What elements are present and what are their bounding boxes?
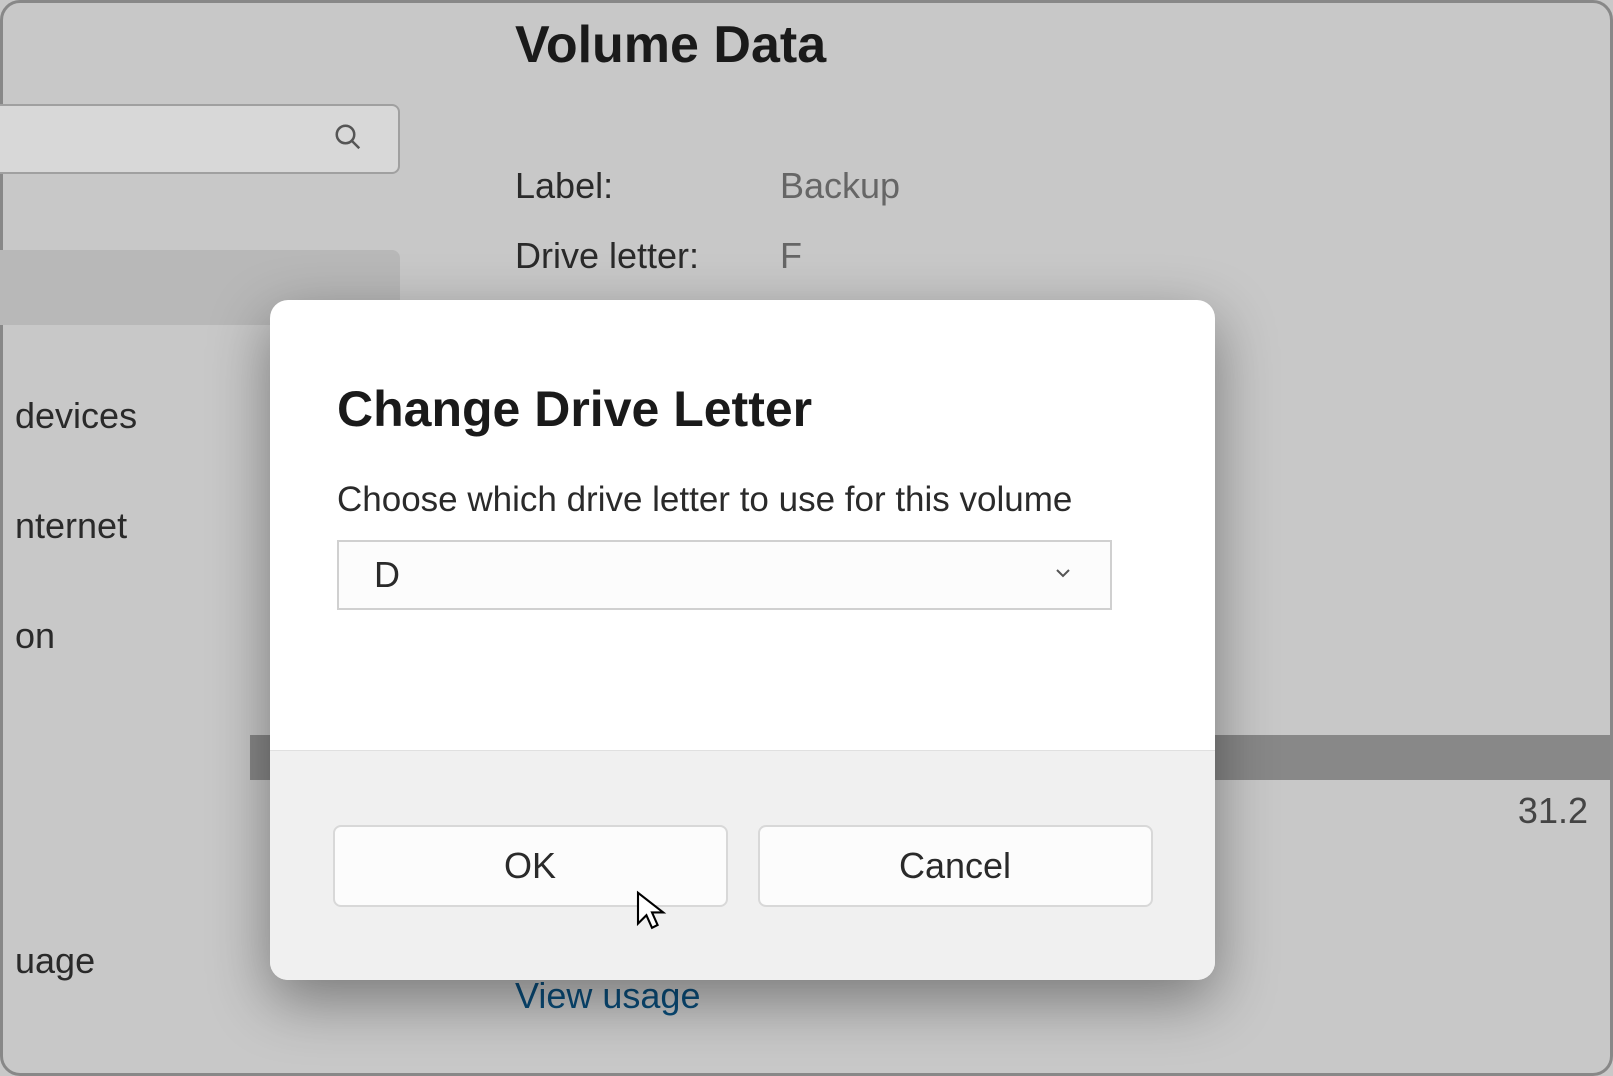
change-drive-letter-dialog: Change Drive Letter Choose which drive l… xyxy=(270,300,1215,980)
dialog-title: Change Drive Letter xyxy=(337,380,812,438)
drive-letter-field-value: F xyxy=(780,235,802,277)
view-usage-link[interactable]: View usage xyxy=(515,975,700,1017)
sidebar-item-internet[interactable]: nternet xyxy=(15,505,127,547)
drive-letter-field-label: Drive letter: xyxy=(515,235,699,277)
chevron-down-icon xyxy=(1051,561,1075,590)
cancel-button[interactable]: Cancel xyxy=(758,825,1153,907)
label-field-label: Label: xyxy=(515,165,613,207)
drive-letter-dropdown[interactable]: D xyxy=(337,540,1112,610)
dialog-footer: OK Cancel xyxy=(270,750,1215,980)
usage-number: 31.2 xyxy=(1518,790,1588,832)
page-title: Volume Data xyxy=(515,15,826,75)
sidebar-item-devices[interactable]: devices xyxy=(15,395,137,437)
dialog-subtitle: Choose which drive letter to use for thi… xyxy=(337,480,1072,520)
dropdown-selected-value: D xyxy=(374,554,400,596)
search-input[interactable] xyxy=(0,104,400,174)
ok-button[interactable]: OK xyxy=(333,825,728,907)
sidebar-item-uage[interactable]: uage xyxy=(15,940,95,982)
label-field-value: Backup xyxy=(780,165,900,207)
sidebar-item-on[interactable]: on xyxy=(15,615,55,657)
search-icon xyxy=(333,122,363,157)
